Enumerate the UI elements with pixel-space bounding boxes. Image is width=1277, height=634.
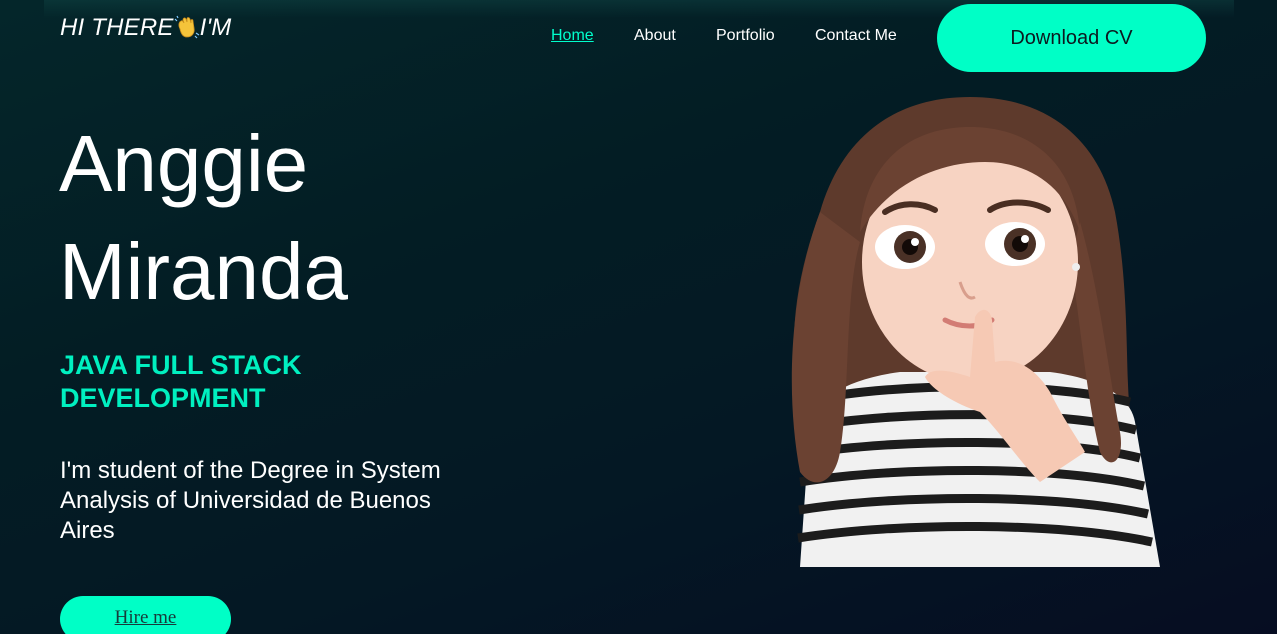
nav-home-link[interactable]: Home xyxy=(551,27,594,45)
greeting-suffix: I'M xyxy=(199,14,232,41)
waving-hand-icon xyxy=(174,15,199,39)
greeting: HI THERE I'M xyxy=(60,14,231,42)
hero-bio: I'm student of the Degree in System Anal… xyxy=(60,457,441,544)
hero-name: Anggie Miranda xyxy=(59,110,348,326)
hero-role: JAVA FULL STACK DEVELOPMENT xyxy=(60,350,302,413)
download-cv-button[interactable]: Download CV xyxy=(937,4,1206,72)
hire-me-button[interactable]: Hire me xyxy=(60,596,231,634)
hero-first-name: Anggie xyxy=(59,119,309,208)
hero-last-name: Miranda xyxy=(59,227,349,316)
nav-contact-link[interactable]: Contact Me xyxy=(815,27,897,45)
nav-portfolio-link[interactable]: Portfolio xyxy=(716,27,775,45)
greeting-prefix: HI THERE xyxy=(60,14,174,41)
avatar-illustration xyxy=(791,97,1160,567)
nav-about-link[interactable]: About xyxy=(634,27,676,45)
